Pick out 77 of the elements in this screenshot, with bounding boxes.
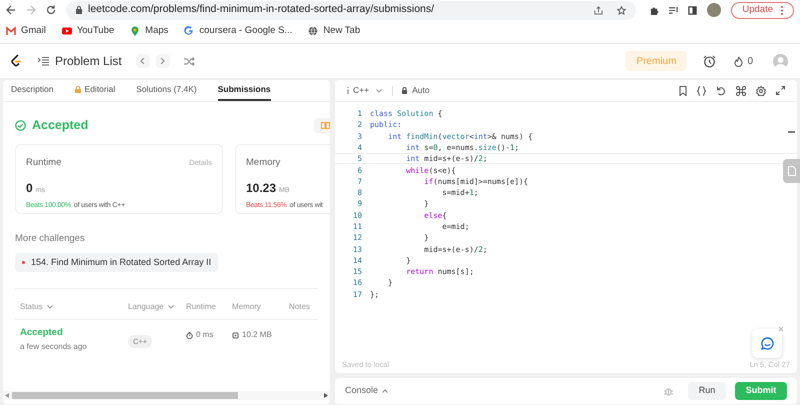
memory-chip-icon: [232, 332, 239, 338]
memory-value: 10.2 MB: [242, 329, 272, 341]
console-toggle[interactable]: Console: [345, 384, 388, 398]
flame-icon[interactable]: [734, 56, 744, 66]
stat-title: Runtime: [26, 156, 62, 170]
map-pin-icon: [130, 26, 140, 36]
chevron-right-icon: [160, 58, 166, 64]
list-icon: [38, 56, 49, 66]
url-text: leetcode.com/problems/find-minimum-in-rotated-sorted-array/submissions/: [88, 2, 436, 18]
back-icon[interactable]: [6, 5, 16, 15]
stopwatch-icon: [186, 332, 193, 338]
star-icon[interactable]: [617, 6, 626, 14]
logo-icon[interactable]: [10, 54, 22, 68]
lock-icon: [402, 87, 408, 94]
more-challenges-heading: More challenges: [15, 232, 86, 246]
youtube-icon: [62, 26, 72, 36]
share-icon[interactable]: [594, 6, 604, 14]
bookmark-link[interactable]: YouTube: [60, 22, 116, 40]
scroll-marker: [788, 131, 795, 133]
profile-avatar[interactable]: [707, 3, 722, 17]
stat-value: 0: [26, 180, 33, 197]
feedback-button[interactable]: [752, 329, 782, 358]
expand-icon[interactable]: [776, 86, 785, 95]
chevron-down-icon: [168, 305, 174, 309]
tab[interactable]: Editorial: [74, 80, 116, 101]
braces-icon[interactable]: [697, 86, 706, 96]
gmail-icon: [6, 26, 16, 36]
bookmark-icon[interactable]: [679, 86, 687, 96]
problem-list-button[interactable]: Problem List: [38, 52, 122, 70]
bookmark-link[interactable]: New Tab: [306, 22, 362, 40]
challenge-link[interactable]: 154. Find Minimum in Rotated Sorted Array II: [15, 253, 218, 272]
lock-icon: [74, 86, 81, 92]
run-button[interactable]: Run: [688, 382, 726, 400]
chevron-down-icon: [46, 305, 53, 309]
bookmark-link[interactable]: coursera - Google S...: [182, 22, 294, 40]
book-icon: [320, 122, 330, 129]
playlist-icon[interactable]: [669, 6, 678, 14]
chevron-up-icon: [382, 389, 388, 393]
chevron-down-icon: [376, 88, 382, 92]
check-circle-icon: [15, 120, 26, 131]
tab[interactable]: Submissions: [218, 80, 271, 101]
google-icon: [184, 26, 194, 36]
chevron-left-icon: [140, 58, 146, 64]
compiler-dropdown[interactable]: C++: [347, 84, 382, 97]
accepted-status: Accepted: [32, 117, 88, 134]
bookmark-link[interactable]: Maps: [128, 22, 170, 40]
mode-label: Auto: [412, 84, 430, 97]
globe-icon: [308, 26, 318, 36]
command-key-icon[interactable]: [736, 86, 746, 96]
address-bar[interactable]: leetcode.com/problems/find-minimum-in-rotated-sorted-array/submissions/: [66, 0, 636, 20]
undo-icon[interactable]: [716, 86, 726, 96]
settings-icon[interactable]: [756, 86, 766, 96]
tab[interactable]: Description: [11, 80, 54, 101]
smiley-chat-icon: [760, 337, 774, 350]
shuffle-icon[interactable]: [184, 56, 195, 66]
column-header: Memory: [232, 301, 261, 313]
stat-value: 10.23: [246, 180, 276, 197]
tab[interactable]: Solutions (7.4K): [136, 80, 197, 101]
previous-button[interactable]: [136, 54, 150, 68]
reload-icon[interactable]: [46, 5, 56, 15]
runtime-value: 0 ms: [196, 329, 214, 341]
sidebar-icon[interactable]: [688, 6, 698, 14]
stat-title: Memory: [246, 156, 280, 170]
document-icon: [788, 166, 796, 176]
column-header: Notes: [289, 301, 310, 313]
streak-count: 0: [747, 54, 753, 68]
lock-icon: [76, 6, 82, 14]
scroll-left-icon[interactable]: [5, 393, 10, 398]
update-button[interactable]: Update: [731, 2, 794, 18]
submission-time: a few seconds ago: [20, 341, 88, 354]
bookmark-link[interactable]: Gmail: [4, 22, 48, 40]
alarm-clock-icon[interactable]: [703, 54, 716, 68]
horizontal-scrollbar[interactable]: [12, 392, 238, 399]
next-button[interactable]: [156, 54, 170, 68]
column-header: Runtime: [186, 301, 216, 313]
puzzle-icon[interactable]: [650, 6, 660, 14]
scroll-right-icon[interactable]: [323, 393, 328, 398]
